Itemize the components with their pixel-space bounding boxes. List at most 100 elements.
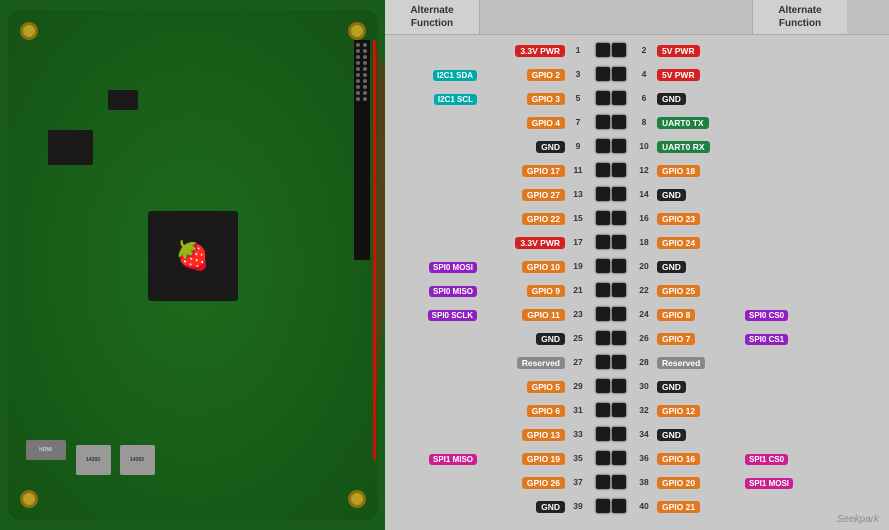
pin-label-left: 3.3V PWR [515, 237, 565, 249]
pin-label-left: GPIO 4 [527, 117, 565, 129]
pin-number-right: 16 [634, 213, 654, 223]
pins-container: 3.3V PWR125V PWRI2C1 SDAGPIO 2345V PWRI2… [385, 35, 889, 530]
connector-dot-left [596, 91, 610, 105]
pin-label-right: GND [657, 189, 686, 201]
pin-label-right: 5V PWR [657, 45, 700, 57]
pin-number-left: 17 [568, 237, 588, 247]
pin-number-right: 34 [634, 429, 654, 439]
pin-number-left: 29 [568, 381, 588, 391]
connector-dot-left [596, 427, 610, 441]
pin-number-right: 30 [634, 381, 654, 391]
connector-dot-left [596, 475, 610, 489]
chip-left [48, 130, 93, 165]
board-section: 🍓 [0, 0, 385, 530]
pin-label-right: GND [657, 93, 686, 105]
connector-dot-right [612, 115, 626, 129]
pin-label-right: GPIO 23 [657, 213, 700, 225]
connector-dot-left [596, 115, 610, 129]
alt-func-badge-left: I2C1 SCL [434, 94, 477, 105]
connector-dot-right [612, 43, 626, 57]
alt-func-badge-right: SPI0 CS0 [745, 310, 788, 321]
pin-number-left: 7 [568, 117, 588, 127]
pin-label-left: GPIO 5 [527, 381, 565, 393]
pin-number-left: 39 [568, 501, 588, 511]
connector-dot-right [612, 139, 626, 153]
connector-dot-left [596, 187, 610, 201]
alt-func-badge-right: SPI1 CS0 [745, 454, 788, 465]
connector-dot-left [596, 67, 610, 81]
pin-number-left: 3 [568, 69, 588, 79]
alt-func-badge-left: SPI0 SCLK [428, 310, 477, 321]
pin-row: GND910UART0 RX [385, 134, 889, 157]
pin-number-right: 20 [634, 261, 654, 271]
connector-dot-right [612, 427, 626, 441]
pin-label-left: GPIO 9 [527, 285, 565, 297]
pin-number-right: 32 [634, 405, 654, 415]
raspberry-pi-board: 🍓 [8, 10, 378, 520]
connector-dot-right [612, 211, 626, 225]
pin-number-right: 26 [634, 333, 654, 343]
raspberry-logo: 🍓 [175, 242, 210, 270]
corner-mount-tr [348, 22, 366, 40]
usb-port-2: 14393 [120, 445, 155, 475]
pin-number-left: 19 [568, 261, 588, 271]
pin-label-left: GPIO 2 [527, 69, 565, 81]
pin-row: SPI0 MOSIGPIO 101920GND [385, 254, 889, 277]
pin-label-left: Reserved [517, 357, 565, 369]
gpio-header [354, 40, 370, 260]
pin-number-right: 24 [634, 309, 654, 319]
pin-number-left: 31 [568, 405, 588, 415]
pin-label-right: GPIO 24 [657, 237, 700, 249]
pin-label-right: GND [657, 429, 686, 441]
connector-dot-left [596, 259, 610, 273]
pin-row: GPIO 221516GPIO 23 [385, 206, 889, 229]
pin-number-left: 33 [568, 429, 588, 439]
pin-number-right: 28 [634, 357, 654, 367]
pin-label-left: GPIO 11 [522, 309, 565, 321]
pin-label-left: GND [536, 141, 565, 153]
pin-row: I2C1 SDAGPIO 2345V PWR [385, 62, 889, 85]
pin-row: GPIO 171112GPIO 18 [385, 158, 889, 181]
pin-label-left: GPIO 27 [522, 189, 565, 201]
connector-dot-right [612, 187, 626, 201]
pin-label-left: GND [536, 333, 565, 345]
pin-label-left: 3.3V PWR [515, 45, 565, 57]
alt-func-badge-left: SPI1 MISO [429, 454, 477, 465]
pin-row: SPI1 MISOGPIO 193536GPIO 16SPI1 CS0 [385, 446, 889, 469]
pin-label-right: GPIO 25 [657, 285, 700, 297]
pin-number-left: 1 [568, 45, 588, 55]
pin-number-right: 4 [634, 69, 654, 79]
pin-number-left: 21 [568, 285, 588, 295]
pin-row: GND3940GPIO 21 [385, 494, 889, 517]
pin-number-left: 27 [568, 357, 588, 367]
pin-number-left: 11 [568, 165, 588, 175]
pin-label-right: GND [657, 261, 686, 273]
cpu-chip: 🍓 [148, 211, 238, 301]
watermark: Seekpark [837, 514, 879, 525]
pin-row: GPIO 271314GND [385, 182, 889, 205]
pin-number-right: 40 [634, 501, 654, 511]
pin-label-right: GPIO 8 [657, 309, 695, 321]
pin-number-left: 35 [568, 453, 588, 463]
pin-label-right: GPIO 12 [657, 405, 700, 417]
pin-label-right: GPIO 21 [657, 501, 700, 513]
pin-label-left: GPIO 26 [522, 477, 565, 489]
connector-dot-left [596, 499, 610, 513]
pin-row: GPIO 133334GND [385, 422, 889, 445]
connector-dot-right [612, 475, 626, 489]
connector-dot-right [612, 499, 626, 513]
pin-number-right: 12 [634, 165, 654, 175]
corner-mount-tl [20, 22, 38, 40]
pin-label-left: GPIO 17 [522, 165, 565, 177]
pin-row: GND2526GPIO 7SPI0 CS1 [385, 326, 889, 349]
pin-row: Reserved2728Reserved [385, 350, 889, 373]
hdmi-port: HDMI [26, 440, 66, 460]
pin-label-right: Reserved [657, 357, 705, 369]
header-alt-left: AlternateFunction [385, 0, 480, 34]
pin-label-right: UART0 TX [657, 117, 709, 129]
alt-func-badge-right: SPI0 CS1 [745, 334, 788, 345]
alt-func-badge-left: SPI0 MOSI [429, 262, 477, 273]
connector-dot-left [596, 235, 610, 249]
pin-label-left: GPIO 19 [522, 453, 565, 465]
pin-number-right: 22 [634, 285, 654, 295]
